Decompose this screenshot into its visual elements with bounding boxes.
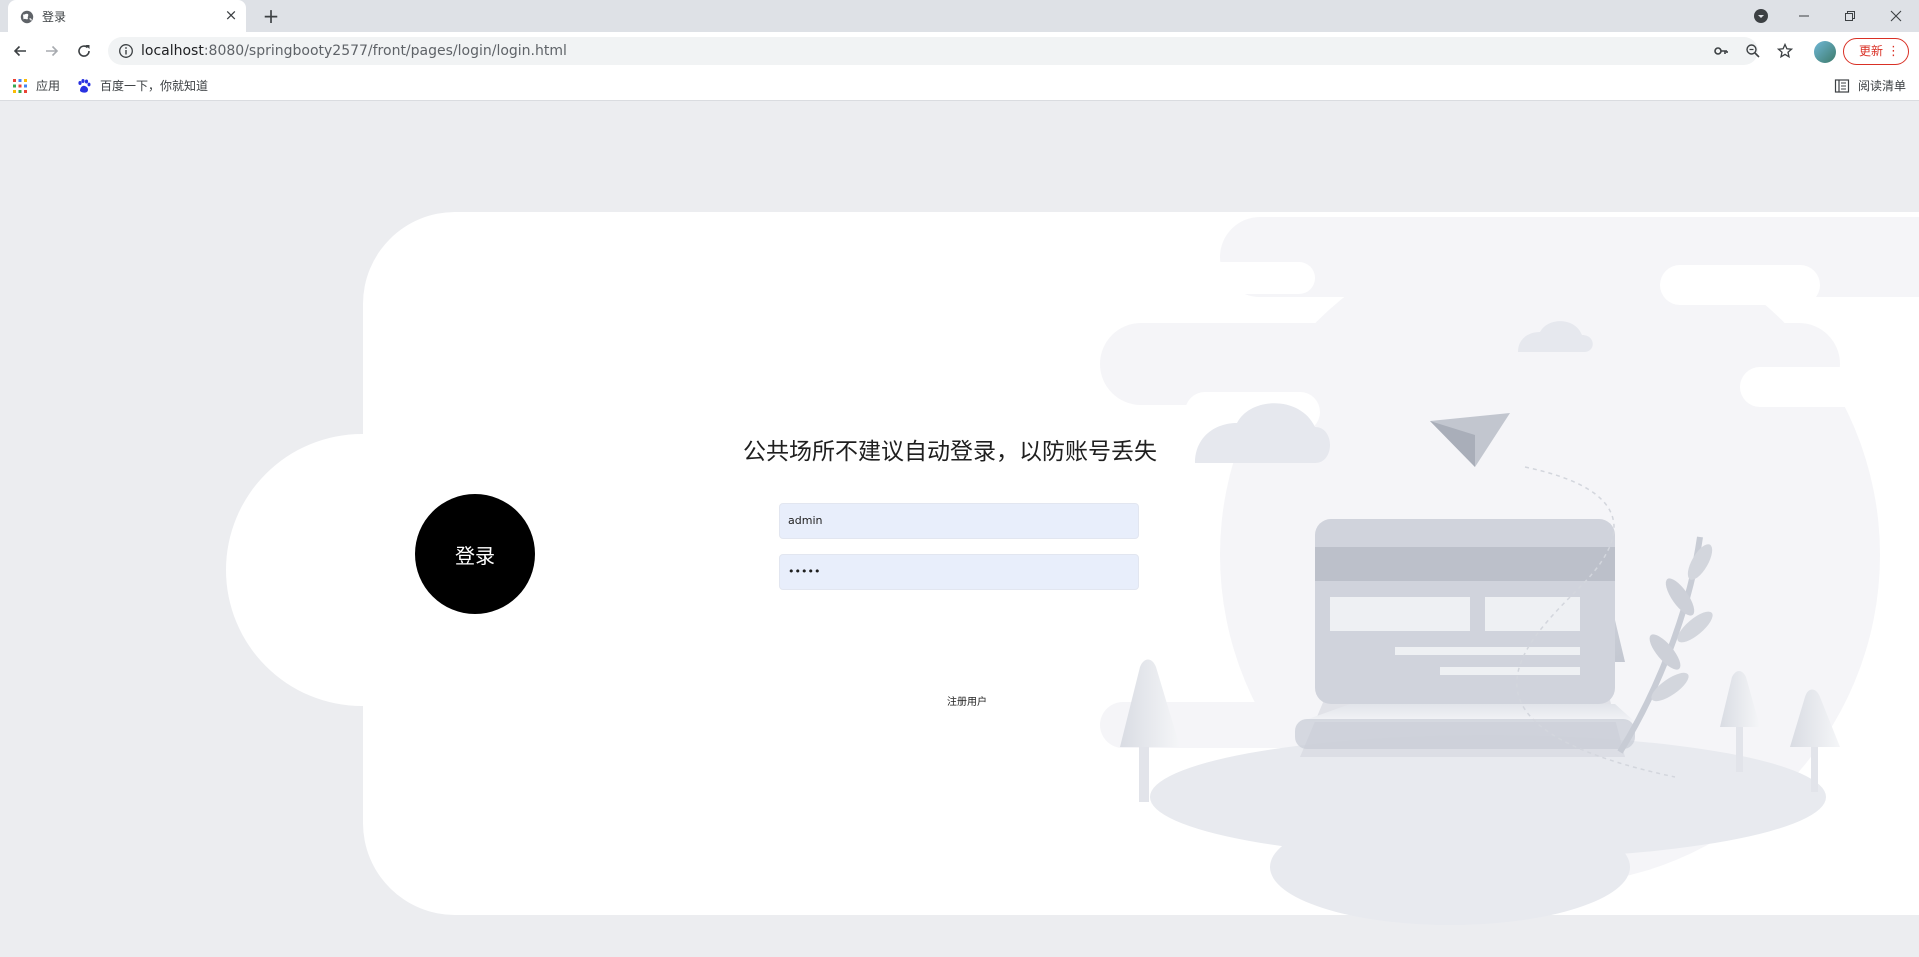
restore-button[interactable] <box>1827 0 1873 32</box>
back-button[interactable] <box>8 39 32 63</box>
address-bar[interactable]: localhost:8080/springbooty2577/front/pag… <box>108 37 1794 65</box>
reading-list-label: 阅读清单 <box>1858 79 1907 93</box>
reload-icon <box>78 45 90 57</box>
register-link[interactable]: 注册用户 <box>947 693 987 708</box>
minimize-button[interactable] <box>1781 0 1827 32</box>
username-field[interactable]: admin <box>779 503 1139 539</box>
close-icon <box>1890 10 1902 22</box>
star-icon[interactable] <box>1776 42 1794 59</box>
update-label: 更新 <box>1859 44 1884 58</box>
arrow-left-icon <box>13 45 26 57</box>
page-viewport: 登录 公共场所不建议自动登录，以防账号丢失 admin ••••• 注册用户 <box>0 102 1919 957</box>
close-window-button[interactable] <box>1873 0 1919 32</box>
menu-dots-icon: ⋮ <box>1887 44 1900 59</box>
update-button[interactable]: 更新 ⋮ <box>1843 38 1909 65</box>
minimize-icon <box>1799 15 1809 17</box>
restore-icon <box>1845 11 1855 21</box>
bookmark-label: 应用 <box>36 79 61 93</box>
key-icon[interactable] <box>1713 43 1729 59</box>
tab-search-button[interactable] <box>1738 0 1784 32</box>
auto-login-notice: 公共场所不建议自动登录，以防账号丢失 <box>743 439 1157 465</box>
url-host: localhost <box>141 43 204 59</box>
bookmark-apps[interactable]: 应用 <box>12 77 60 94</box>
globe-icon <box>20 9 34 24</box>
profile-avatar[interactable] <box>1814 41 1836 63</box>
bookmarks-bar: 应用 百度一下，你就知道 阅读清单 <box>0 70 1919 101</box>
browser-tab-login[interactable]: 登录 × <box>8 0 246 32</box>
login-circle-button[interactable]: 登录 <box>415 494 535 614</box>
browser-toolbar: localhost:8080/springbooty2577/front/pag… <box>0 32 1919 70</box>
url-text[interactable]: localhost:8080/springbooty2577/front/pag… <box>141 43 567 59</box>
bookmark-baidu[interactable]: 百度一下，你就知道 <box>76 77 208 94</box>
apps-grid-icon <box>12 78 28 94</box>
reload-button[interactable] <box>72 39 96 63</box>
baidu-paw-icon <box>76 78 92 94</box>
tab-close-icon[interactable]: × <box>222 6 240 24</box>
tab-title: 登录 <box>42 10 67 24</box>
url-path: :8080/springbooty2577/front/pages/login/… <box>203 43 567 59</box>
reading-list-button[interactable]: 阅读清单 <box>1834 77 1906 94</box>
password-field[interactable]: ••••• <box>779 554 1139 590</box>
login-illustration <box>1100 217 1919 925</box>
new-tab-button[interactable]: + <box>260 5 282 27</box>
forward-button[interactable] <box>40 39 64 63</box>
arrow-right-icon <box>46 45 59 57</box>
browser-tab-strip: 登录 × + <box>0 0 1919 32</box>
reading-list-icon <box>1834 78 1850 94</box>
bookmark-label: 百度一下，你就知道 <box>100 79 209 93</box>
chevron-down-circle-icon <box>1754 9 1768 23</box>
info-icon[interactable] <box>118 43 134 59</box>
zoom-icon[interactable] <box>1745 43 1761 59</box>
